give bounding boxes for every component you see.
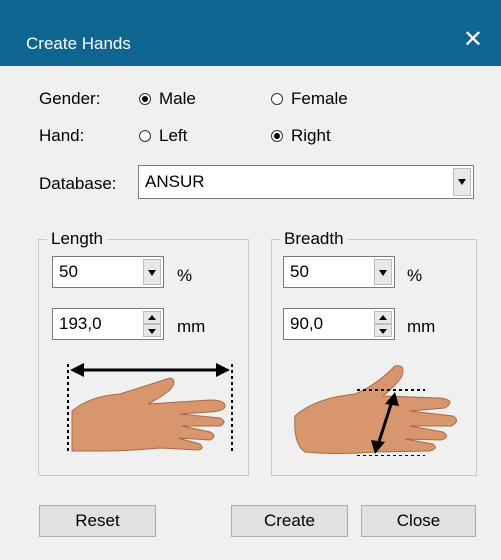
radio-label: Left <box>159 126 188 145</box>
length-mm-unit: mm <box>177 317 206 336</box>
hand-left-radio[interactable]: Left <box>139 126 187 146</box>
breadth-percentile-value: 50 <box>290 262 309 281</box>
chevron-down-icon[interactable] <box>374 259 392 285</box>
dialog-title: Create Hands <box>26 34 131 53</box>
length-value: 193,0 <box>59 314 102 333</box>
hand-right-radio[interactable]: Right <box>271 126 331 146</box>
length-percentile-combobox[interactable]: 50 <box>52 256 164 288</box>
length-percentile-value: 50 <box>59 262 78 281</box>
spin-down-icon[interactable] <box>143 324 161 337</box>
close-icon[interactable]: ✕ <box>463 28 483 52</box>
breadth-percentile-combobox[interactable]: 50 <box>283 256 395 288</box>
breadth-value-spinbox[interactable]: 90,0 <box>283 308 395 340</box>
hand-label: Hand: <box>39 126 85 145</box>
chevron-down-icon[interactable] <box>453 168 471 196</box>
breadth-group-title: Breadth <box>280 229 348 249</box>
radio-unchecked-icon <box>271 93 283 105</box>
radio-label: Female <box>291 89 348 108</box>
database-combobox[interactable]: ANSUR <box>138 165 474 199</box>
spin-up-icon[interactable] <box>374 311 392 324</box>
hand-length-icon <box>67 363 233 452</box>
length-percent-unit: % <box>177 266 193 285</box>
radio-checked-icon <box>139 93 151 105</box>
gender-female-radio[interactable]: Female <box>271 89 348 109</box>
spin-up-icon[interactable] <box>143 311 161 324</box>
title-bar: Create Hands ✕ <box>0 0 501 66</box>
close-button[interactable]: Close <box>361 505 476 537</box>
spin-down-icon[interactable] <box>374 324 392 337</box>
length-group-title: Length <box>47 229 107 249</box>
create-button[interactable]: Create <box>231 505 348 537</box>
radio-unchecked-icon <box>139 130 151 142</box>
radio-label: Right <box>291 126 331 145</box>
gender-male-radio[interactable]: Male <box>139 89 196 109</box>
hand-breadth-icon <box>294 365 457 456</box>
length-value-spinbox[interactable]: 193,0 <box>52 308 164 340</box>
breadth-value: 90,0 <box>290 314 324 333</box>
gender-label: Gender: <box>39 89 101 108</box>
reset-button[interactable]: Reset <box>39 505 156 537</box>
breadth-percent-unit: % <box>407 266 423 285</box>
database-label: Database: <box>39 174 117 193</box>
chevron-down-icon[interactable] <box>143 259 161 285</box>
radio-label: Male <box>159 89 196 108</box>
breadth-mm-unit: mm <box>407 317 436 336</box>
database-value: ANSUR <box>145 172 205 191</box>
radio-checked-icon <box>271 130 283 142</box>
